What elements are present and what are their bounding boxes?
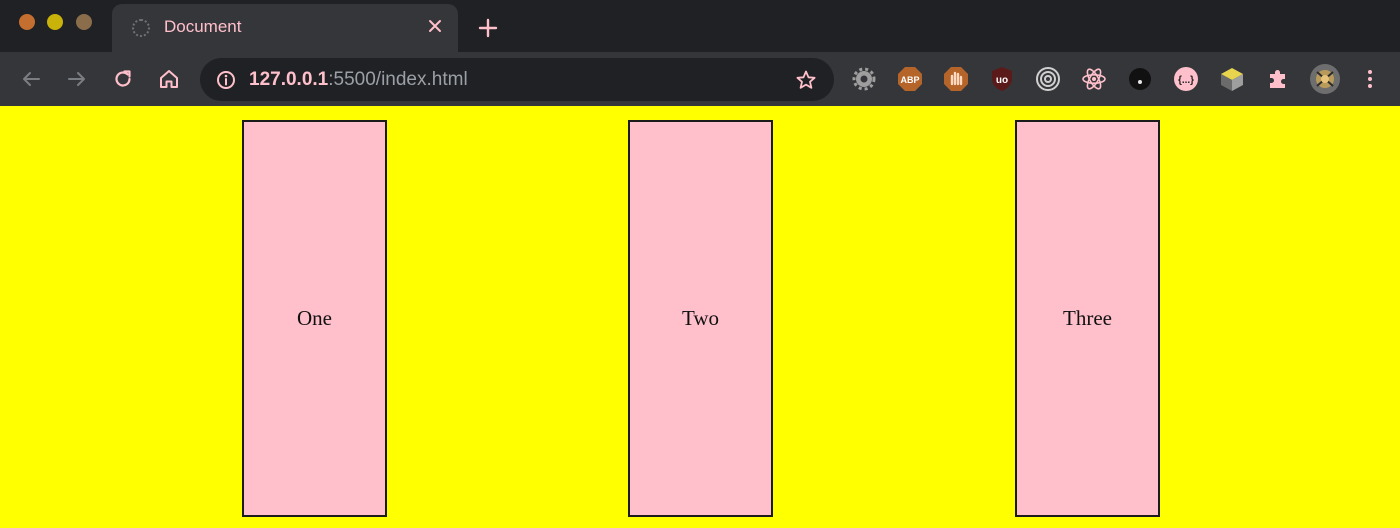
loading-globe-icon: [132, 19, 150, 37]
reload-icon: [115, 70, 131, 87]
close-icon[interactable]: [422, 13, 448, 39]
address-bar[interactable]: 127.0.0.1:5500/index.html: [200, 58, 834, 101]
box-one: One: [242, 120, 387, 517]
react-devtools-icon[interactable]: [1081, 66, 1107, 92]
abp-label: ABP: [900, 75, 919, 85]
info-icon[interactable]: [215, 69, 237, 91]
adblock-plus-icon[interactable]: ABP: [897, 66, 923, 92]
browser-toolbar: 127.0.0.1:5500/index.html ABP uo {...}: [0, 52, 1400, 106]
back-button[interactable]: [15, 63, 47, 95]
puzzle-icon[interactable]: [1265, 66, 1291, 92]
hand-extension-icon[interactable]: [943, 66, 969, 92]
url-path: :5500/index.html: [328, 69, 468, 90]
new-tab-button[interactable]: [474, 14, 502, 42]
tab-document[interactable]: Document: [112, 4, 458, 52]
ublock-label: uo: [996, 75, 1008, 86]
box-two: Two: [628, 120, 773, 517]
cube-extension-icon[interactable]: [1219, 66, 1245, 92]
forward-button[interactable]: [61, 63, 93, 95]
home-icon: [160, 70, 178, 88]
plus-icon: [478, 18, 498, 38]
window-maximize-button[interactable]: [76, 14, 92, 30]
json-extension-icon[interactable]: {...}: [1173, 66, 1199, 92]
tab-strip: Document: [0, 0, 1400, 52]
gear-extension-icon[interactable]: [851, 66, 877, 92]
url-host: 127.0.0.1: [249, 69, 329, 90]
target-extension-icon[interactable]: [1035, 66, 1061, 92]
forward-arrow-icon: [68, 72, 85, 86]
back-arrow-icon: [23, 72, 40, 86]
home-button[interactable]: [153, 63, 185, 95]
box-one-label: One: [297, 306, 332, 330]
star-icon[interactable]: [794, 68, 818, 92]
url-text[interactable]: 127.0.0.1:5500/index.html: [249, 69, 468, 91]
tab-title: Document: [164, 17, 242, 36]
page-viewport: One Two Three: [0, 106, 1400, 528]
ublock-icon[interactable]: uo: [989, 66, 1015, 92]
reload-button[interactable]: [107, 63, 139, 95]
window-minimize-button[interactable]: [47, 14, 63, 30]
box-three: Three: [1015, 120, 1160, 517]
json-label: {...}: [1178, 75, 1194, 86]
window-close-button[interactable]: [19, 14, 35, 30]
dark-record-extension-icon[interactable]: [1127, 66, 1153, 92]
box-two-label: Two: [681, 306, 720, 330]
more-vertical-icon[interactable]: [1357, 66, 1383, 92]
box-three-label: Three: [1063, 306, 1112, 330]
profile-avatar-icon[interactable]: [1309, 63, 1341, 95]
